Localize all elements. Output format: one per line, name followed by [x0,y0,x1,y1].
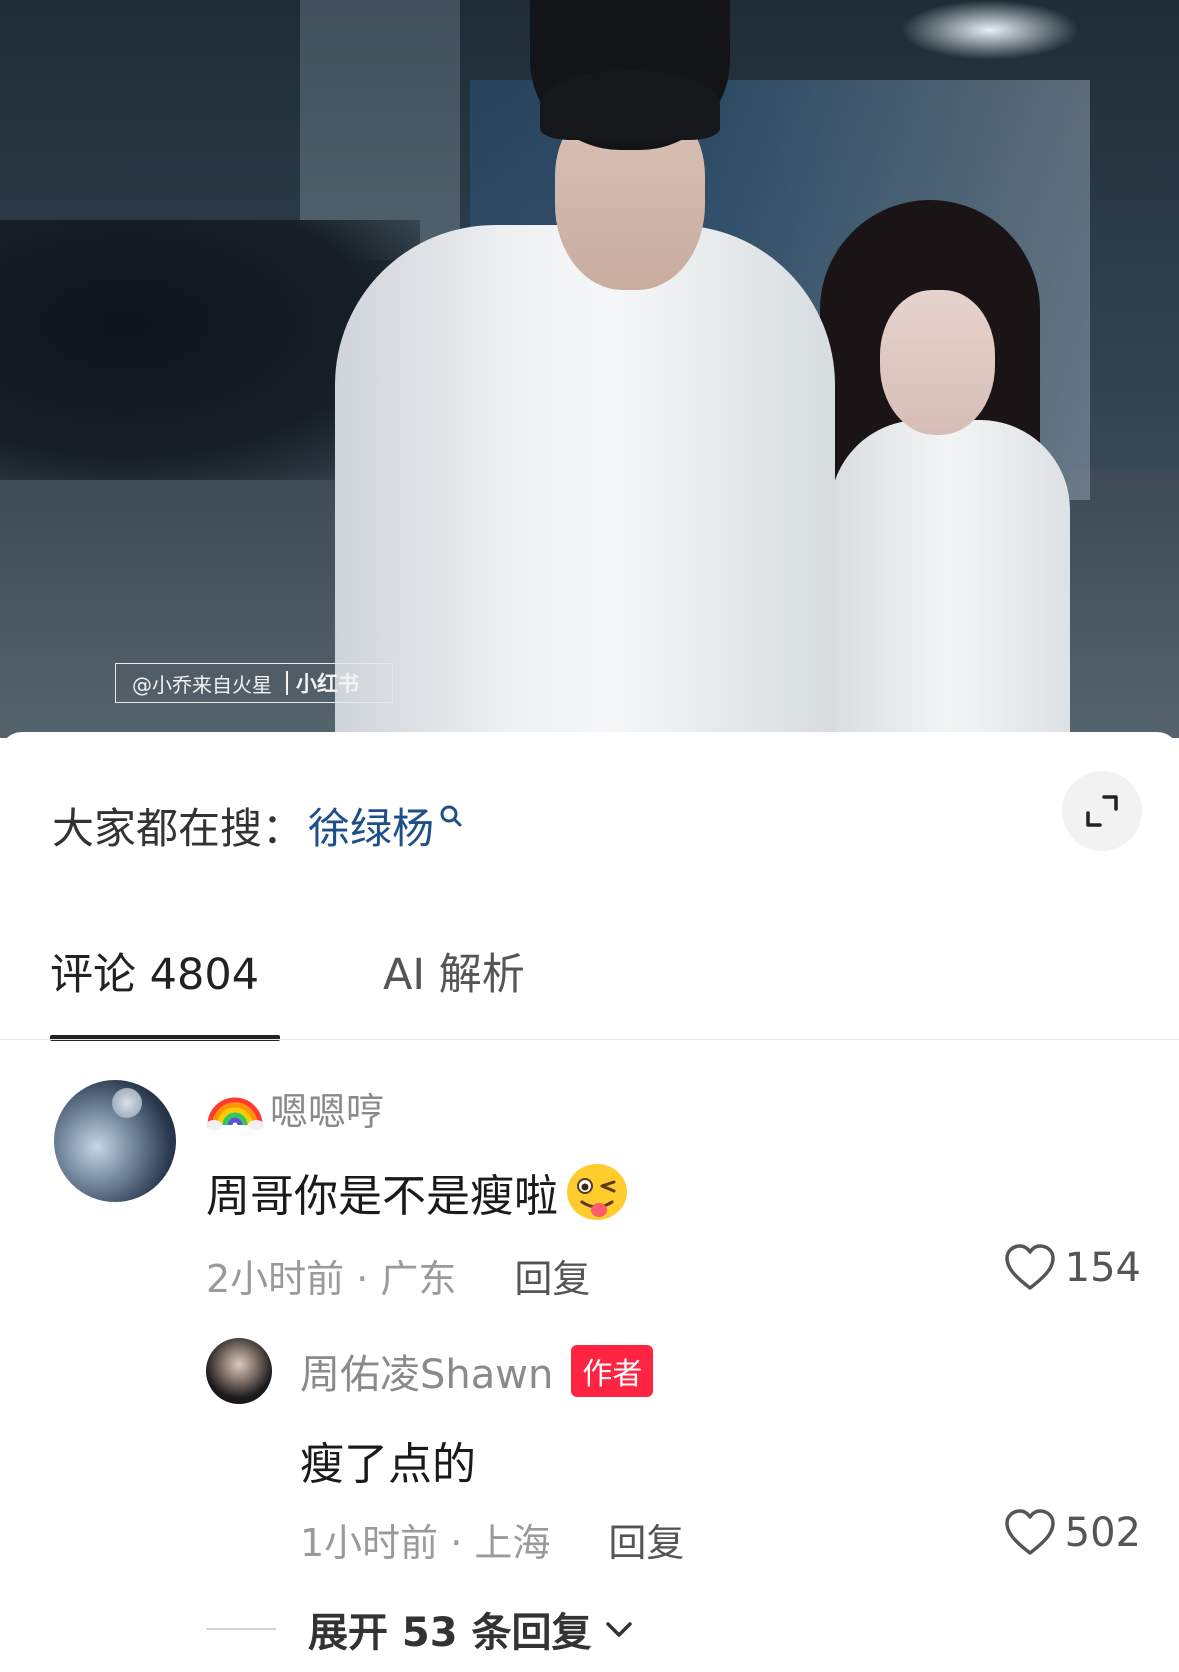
man-shirt [335,225,835,738]
fullscreen-icon [1086,795,1118,827]
comment-meta: 2小时前 · 广东 回复 [206,1248,590,1303]
reply-time-location: 1小时前 · 上海 [300,1521,551,1565]
comment-time-location: 2小时前 · 广东 [206,1257,457,1301]
reply-button[interactable]: 回复 [514,1248,590,1303]
active-tab-indicator [50,1035,280,1041]
heart-icon [1004,1509,1055,1555]
chevron-down-icon [605,1622,632,1637]
trending-search[interactable]: 大家都在搜： 徐绿杨 [52,800,464,853]
avatar[interactable] [54,1080,176,1202]
reply-avatar[interactable] [206,1338,272,1404]
tabs-divider [0,1039,1179,1040]
video-light [900,0,1080,60]
reply-like-count: 502 [1064,1510,1141,1556]
comment-author[interactable]: 嗯嗯哼 [206,1083,385,1134]
expand-divider-line [206,1628,276,1630]
search-icon [440,805,462,827]
fullscreen-button[interactable] [1062,771,1142,851]
tab-comments[interactable]: 评论 4804 [50,940,259,1002]
man-fringe [540,70,720,140]
heart-icon [1004,1244,1055,1290]
expand-replies-button[interactable]: 展开 53 条回复 [206,1600,636,1658]
rainbow-icon [206,1097,264,1130]
tab-ai-analysis[interactable]: AI 解析 [383,940,525,1002]
woman-face [880,290,995,435]
author-badge: 作者 [571,1345,654,1397]
comment-body: 周哥你是不是瘦啦 [206,1160,632,1224]
comment-username: 嗯嗯哼 [270,1089,385,1134]
woman-shirt [830,420,1070,738]
watermark-brand: 小红书 [296,672,359,696]
watermark-separator [286,671,288,695]
winking-tongue-emoji-icon [567,1164,627,1220]
trending-search-term[interactable]: 徐绿杨 [308,795,434,856]
reply-username: 周佑凌Shawn [300,1352,554,1398]
video-frame[interactable]: @小乔来自火星 小红书 [0,0,1179,738]
reply-meta: 1小时前 · 上海 回复 [300,1512,684,1567]
reply-reply-button[interactable]: 回复 [608,1512,684,1567]
comment-like-count: 154 [1064,1245,1141,1291]
reply-like-button[interactable]: 502 [1003,1508,1141,1558]
trending-search-label: 大家都在搜： [52,803,305,853]
video-watermark: @小乔来自火星 小红书 [115,663,393,703]
comment-text: 周哥你是不是瘦啦 [206,1171,558,1222]
reply-author[interactable]: 周佑凌Shawn 作者 [300,1345,654,1398]
avatar-moon [112,1088,142,1118]
comment-tabs: 评论 4804 AI 解析 [0,940,1179,1041]
reply-text: 瘦了点的 [300,1439,476,1490]
watermark-handle: @小乔来自火星 [132,672,272,697]
expand-replies-label: 展开 53 条回复 [308,1610,592,1656]
comment-like-button[interactable]: 154 [1003,1243,1141,1293]
